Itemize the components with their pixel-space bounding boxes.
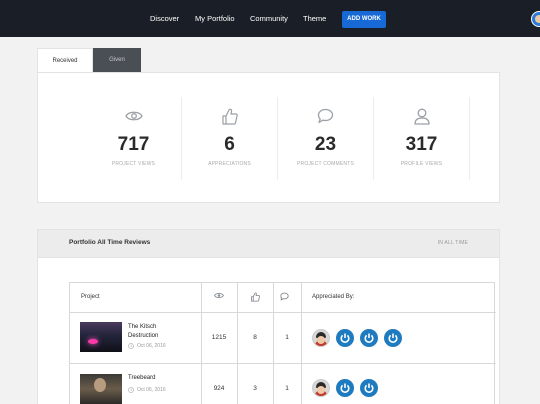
project-date-text: Oct 06, 2016	[137, 387, 166, 393]
project-views: 924	[213, 385, 225, 392]
appreciator-avatar[interactable]	[312, 379, 330, 397]
stat-label: PROJECT VIEWS	[111, 161, 156, 167]
appreciators-list	[312, 379, 378, 397]
stat-label: PROFILE VIEWS	[400, 161, 443, 167]
appreciators-list	[312, 329, 402, 347]
stat-appreciations: 6 APPRECIATIONS	[182, 97, 278, 180]
project-appreciations: 3	[253, 385, 257, 392]
column-header-project[interactable]: Project	[81, 283, 100, 312]
eye-icon	[86, 106, 181, 126]
add-work-button[interactable]: ADD WORK	[342, 11, 386, 28]
project-title[interactable]: Treebeard	[128, 374, 155, 382]
project-appreciations: 8	[253, 334, 257, 341]
row-divider	[70, 363, 496, 364]
user-avatar-icon[interactable]	[531, 11, 540, 27]
comment-icon[interactable]	[266, 292, 302, 301]
stat-project-views: 717 PROJECT VIEWS	[86, 97, 182, 180]
stat-value: 317	[405, 134, 438, 155]
stat-label: APPRECIATIONS	[208, 161, 251, 167]
project-comments: 1	[285, 334, 289, 341]
nav-theme[interactable]: Theme	[303, 14, 326, 23]
project-title[interactable]: Destruction	[128, 332, 158, 340]
comment-icon	[278, 106, 373, 126]
stat-profile-views: 317 PROFILE VIEWS	[374, 97, 470, 180]
column-header-appreciated-by: Appreciated By:	[312, 294, 355, 300]
tab-received[interactable]: Received	[37, 48, 93, 72]
user-icon	[374, 106, 469, 126]
power-icon[interactable]	[336, 379, 354, 397]
project-comments: 1	[285, 385, 289, 392]
stat-value: 6	[224, 134, 235, 155]
project-date: Oct 06, 2016	[128, 343, 166, 349]
power-icon[interactable]	[360, 329, 378, 347]
eye-icon[interactable]	[201, 292, 237, 299]
clock-icon	[128, 343, 134, 349]
reviews-title: Portfolio All Time Reviews	[69, 239, 151, 246]
power-icon[interactable]	[360, 379, 378, 397]
stats-card: 717 PROJECT VIEWS 6 APPRECIATIONS 23 PRO…	[37, 72, 500, 203]
tab-given[interactable]: Given	[93, 48, 141, 72]
appreciator-avatar[interactable]	[312, 329, 330, 347]
nav-community[interactable]: Community	[250, 14, 288, 23]
top-navbar: Discover My Portfolio Community Theme AD…	[0, 0, 540, 37]
nav-discover[interactable]: Discover	[150, 14, 179, 23]
thumbs-up-icon	[182, 106, 277, 126]
nav-my-portfolio[interactable]: My Portfolio	[195, 14, 235, 23]
project-date-text: Oct 06, 2016	[137, 343, 166, 349]
row-divider	[70, 312, 496, 313]
power-icon[interactable]	[384, 329, 402, 347]
power-icon[interactable]	[336, 329, 354, 347]
reviews-range-filter[interactable]: IN ALL TIME	[438, 240, 468, 246]
project-thumbnail[interactable]	[80, 374, 122, 404]
project-title[interactable]: The Kitsch	[128, 323, 156, 331]
reviews-table: Project Appreciated By: The Kitsch Destr…	[69, 282, 496, 404]
stat-value: 23	[314, 134, 337, 155]
stat-project-comments: 23 PROJECT COMMENTS	[278, 97, 374, 180]
reviews-header: Portfolio All Time Reviews IN ALL TIME	[37, 229, 500, 258]
project-thumbnail[interactable]	[80, 322, 122, 352]
stat-label: PROJECT COMMENTS	[297, 161, 354, 167]
clock-icon	[128, 387, 134, 393]
project-views: 1215	[211, 334, 227, 341]
project-date: Oct 06, 2016	[128, 387, 166, 393]
stat-value: 717	[117, 134, 150, 155]
